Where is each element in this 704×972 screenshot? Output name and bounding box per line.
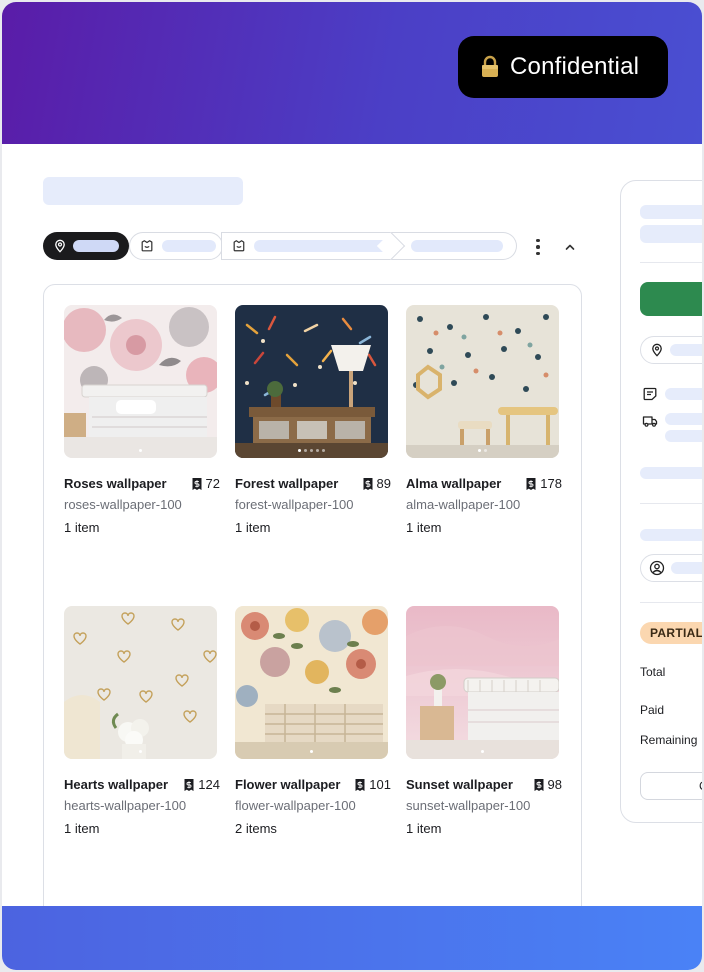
product-card[interactable]: Hearts wallpaper 124 hearts-wallpaper-10… [64, 606, 220, 836]
customer-placeholder [640, 529, 702, 541]
product-count: 89 [362, 476, 391, 491]
product-card[interactable]: Flower wallpaper 101 flower-wallpaper-10… [235, 606, 391, 836]
product-handle: alma-wallpaper-100 [406, 497, 521, 512]
product-items: 1 item [64, 821, 100, 836]
receipt-icon [184, 778, 194, 791]
product-card[interactable]: Sunset wallpaper 98 sunset-wallpaper-100… [406, 606, 562, 836]
confidential-badge: Confidential [458, 36, 668, 98]
product-name[interactable]: Roses wallpaper [64, 476, 167, 491]
product-count: 101 [354, 777, 391, 792]
product-count-value: 89 [376, 476, 391, 491]
product-grid-panel: Roses wallpaper 72 roses-wallpaper-100 1… [43, 284, 582, 924]
summary-line-placeholder [640, 225, 702, 243]
product-items: 1 item [235, 520, 271, 535]
product-count-value: 101 [369, 777, 391, 792]
top-banner: Confidential [2, 2, 702, 144]
shipping-placeholder [665, 430, 702, 442]
product-handle: forest-wallpaper-100 [235, 497, 354, 512]
product-name[interactable]: Hearts wallpaper [64, 777, 168, 792]
product-name[interactable]: Flower wallpaper [235, 777, 340, 792]
product-handle: hearts-wallpaper-100 [64, 798, 187, 813]
product-items: 1 item [406, 520, 442, 535]
primary-action-button[interactable] [640, 282, 702, 316]
breadcrumb-collection[interactable] [129, 232, 223, 260]
breadcrumb-current[interactable] [391, 232, 517, 260]
secondary-action-button[interactable]: C [640, 772, 702, 800]
bottom-banner [2, 906, 702, 970]
product-name[interactable]: Alma wallpaper [406, 476, 501, 491]
receipt-icon [534, 778, 544, 791]
product-image-hearts [64, 606, 217, 759]
breadcrumb-current-placeholder [411, 240, 503, 252]
location-field-placeholder [670, 344, 702, 356]
confidential-label: Confidential [510, 53, 640, 80]
product-image-roses [64, 305, 217, 458]
product-name[interactable]: Forest wallpaper [235, 476, 338, 491]
product-count: 178 [525, 476, 562, 491]
product-count-value: 72 [205, 476, 220, 491]
summary-line-placeholder [640, 467, 702, 479]
product-image-sunset [406, 606, 559, 759]
collection-icon [233, 240, 245, 252]
receipt-icon [355, 778, 365, 791]
product-items: 1 item [64, 520, 100, 535]
customer-field-placeholder [671, 562, 702, 574]
receipt-icon [192, 477, 202, 490]
breadcrumb-subcollection-placeholder [253, 240, 391, 252]
note-placeholder [665, 388, 702, 400]
product-card[interactable]: Alma wallpaper 178 alma-wallpaper-100 1 … [406, 305, 562, 535]
product-count: 98 [533, 777, 562, 792]
product-count-value: 178 [540, 476, 562, 491]
shipping-placeholder [665, 413, 702, 425]
product-image-forest [235, 305, 388, 458]
receipt-icon [363, 477, 373, 490]
divider [640, 262, 702, 263]
product-count: 124 [183, 777, 220, 792]
remaining-label: Remaining [640, 733, 698, 747]
truck-icon [642, 416, 658, 427]
summary-line-placeholder [640, 205, 702, 219]
paid-label: Paid [640, 703, 665, 717]
product-count-value: 98 [547, 777, 562, 792]
product-name[interactable]: Sunset wallpaper [406, 777, 513, 792]
divider [640, 602, 702, 603]
note-icon [643, 387, 657, 401]
user-circle-icon [649, 560, 665, 576]
location-pin-icon [55, 239, 65, 253]
more-vertical-icon[interactable] [530, 237, 546, 257]
collection-icon [141, 240, 153, 252]
customer-field[interactable] [640, 554, 702, 582]
app-window: Confidential Roses wallpaper 72 roses-wa… [2, 2, 702, 970]
product-items: 1 item [406, 821, 442, 836]
total-label: Total [640, 665, 666, 679]
breadcrumb-location-placeholder [73, 240, 119, 252]
location-field[interactable] [640, 336, 702, 364]
product-card[interactable]: Forest wallpaper 89 forest-wallpaper-100… [235, 305, 391, 535]
product-card[interactable]: Roses wallpaper 72 roses-wallpaper-100 1… [64, 305, 220, 535]
product-handle: roses-wallpaper-100 [64, 497, 182, 512]
breadcrumb [43, 231, 517, 261]
breadcrumb-location[interactable] [43, 232, 129, 260]
product-image-flower [235, 606, 388, 759]
breadcrumb-collection-placeholder [162, 240, 216, 252]
product-count: 72 [191, 476, 220, 491]
breadcrumb-subcollection[interactable] [221, 231, 406, 261]
product-image-alma [406, 305, 559, 458]
product-handle: sunset-wallpaper-100 [406, 798, 531, 813]
product-items: 2 items [235, 821, 277, 836]
location-pin-icon [652, 343, 662, 357]
chevron-up-icon[interactable] [562, 239, 578, 255]
divider [640, 503, 702, 504]
page-title-placeholder [43, 177, 243, 205]
lock-icon [482, 55, 498, 77]
product-handle: flower-wallpaper-100 [235, 798, 356, 813]
product-count-value: 124 [198, 777, 220, 792]
order-summary-panel: PARTIALL Total Paid Remaining C [620, 180, 702, 823]
payment-status-badge: PARTIALL [640, 622, 702, 644]
receipt-icon [526, 477, 536, 490]
